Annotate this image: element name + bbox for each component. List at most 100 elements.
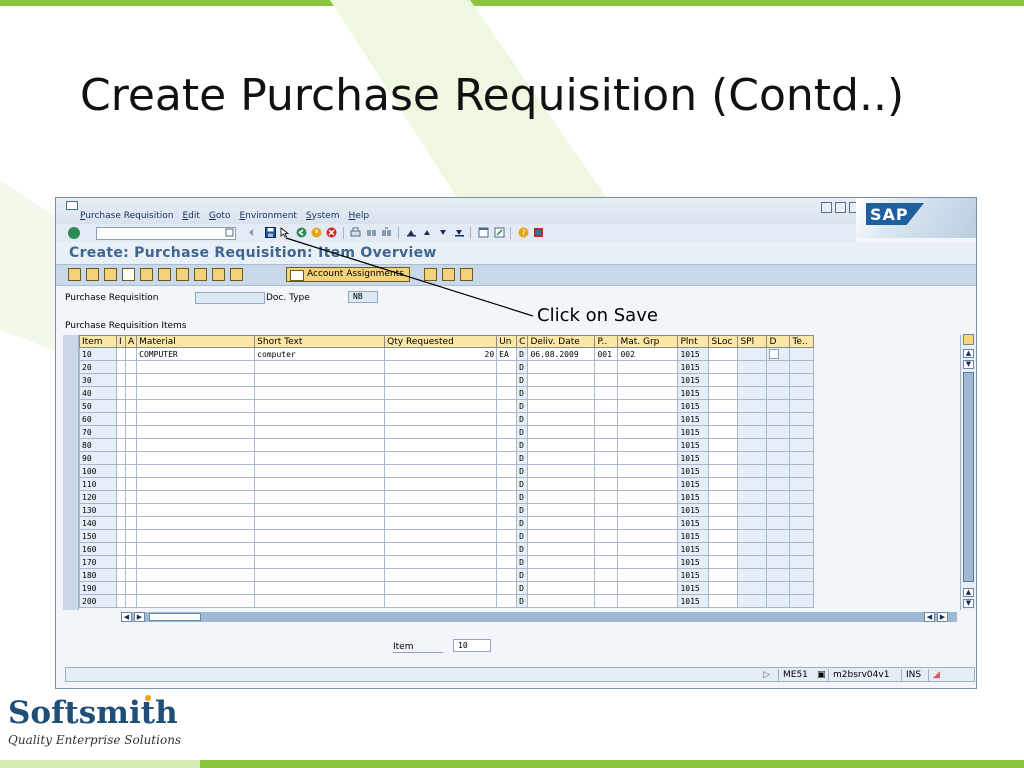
cell-mat-grp[interactable]: [617, 373, 679, 387]
cell-spl[interactable]: [737, 386, 768, 400]
cell-a[interactable]: [124, 347, 138, 361]
sum-icon[interactable]: [460, 268, 473, 281]
cell-spl[interactable]: [737, 503, 768, 517]
cell-unit[interactable]: [496, 477, 518, 491]
cell-p[interactable]: [594, 412, 619, 426]
cell-material[interactable]: [136, 555, 256, 569]
status-expand-icon[interactable]: ▷: [763, 670, 770, 680]
cell-sloc[interactable]: [708, 373, 739, 387]
cell-mat-grp[interactable]: [617, 503, 679, 517]
cell-sloc[interactable]: [708, 425, 739, 439]
cell-material[interactable]: COMPUTER: [136, 347, 256, 361]
cell-plant[interactable]: 1015: [677, 503, 710, 517]
cell-spl[interactable]: [737, 360, 768, 374]
cell-spl[interactable]: [737, 490, 768, 504]
cell-unit[interactable]: [496, 464, 518, 478]
cell-mat-grp[interactable]: [617, 438, 679, 452]
cell-d[interactable]: [766, 360, 791, 374]
purchase-requisition-field[interactable]: [195, 292, 265, 304]
table-row[interactable]: 80 D 1015: [79, 438, 815, 452]
cell-short-text[interactable]: [254, 360, 386, 374]
cell-sloc[interactable]: [708, 412, 739, 426]
cell-p[interactable]: [594, 503, 619, 517]
row-selector-column[interactable]: [63, 335, 79, 610]
cell-material[interactable]: [136, 542, 256, 556]
cell-plant[interactable]: 1015: [677, 347, 710, 361]
cell-qty[interactable]: [384, 373, 498, 387]
cell-spl[interactable]: [737, 529, 768, 543]
item-detail-icon[interactable]: [86, 268, 99, 281]
cell-sloc[interactable]: [708, 386, 739, 400]
find-next-icon[interactable]: [381, 227, 392, 238]
cell-d[interactable]: [766, 438, 791, 452]
copy-icon[interactable]: [158, 268, 171, 281]
cell-plant[interactable]: 1015: [677, 464, 710, 478]
horizontal-scrollbar[interactable]: ◀ ▶: [121, 612, 957, 622]
cell-a[interactable]: [124, 594, 138, 608]
cell-sloc[interactable]: [708, 464, 739, 478]
cell-p[interactable]: [594, 568, 619, 582]
cell-unit[interactable]: [496, 386, 518, 400]
cell-d[interactable]: [766, 503, 791, 517]
cell-p[interactable]: [594, 516, 619, 530]
cell-spl[interactable]: [737, 568, 768, 582]
cell-i[interactable]: [116, 451, 126, 465]
cell-p[interactable]: [594, 451, 619, 465]
cell-material[interactable]: [136, 490, 256, 504]
cell-qty[interactable]: [384, 412, 498, 426]
cell-i[interactable]: [116, 412, 126, 426]
cell-a[interactable]: [124, 529, 138, 543]
cell-a[interactable]: [124, 581, 138, 595]
cell-mat-grp[interactable]: 002: [617, 347, 679, 361]
cell-i[interactable]: [116, 347, 126, 361]
table-row[interactable]: 90 D 1015: [79, 451, 815, 465]
menu-goto[interactable]: Goto: [209, 211, 231, 221]
cell-i[interactable]: [116, 477, 126, 491]
cell-mat-grp[interactable]: [617, 360, 679, 374]
cell-te[interactable]: [789, 581, 815, 595]
vertical-scrollbar[interactable]: ▲ ▼ ▲ ▼: [960, 334, 976, 610]
cell-te[interactable]: [789, 555, 815, 569]
cell-spl[interactable]: [737, 412, 768, 426]
col-header-mat-grp[interactable]: Mat. Grp: [617, 335, 679, 348]
cell-qty[interactable]: [384, 555, 498, 569]
cell-deliv-date[interactable]: [527, 542, 596, 556]
cell-short-text[interactable]: [254, 503, 386, 517]
col-header-sloc[interactable]: SLoc: [708, 335, 739, 348]
cell-spl[interactable]: [737, 425, 768, 439]
cell-qty[interactable]: [384, 464, 498, 478]
table-row[interactable]: 150 D 1015: [79, 529, 815, 543]
cell-a[interactable]: [124, 373, 138, 387]
cell-mat-grp[interactable]: [617, 581, 679, 595]
scroll-right-end-icon[interactable]: ▶: [937, 612, 948, 622]
cell-i[interactable]: [116, 594, 126, 608]
cell-spl[interactable]: [737, 581, 768, 595]
cell-te[interactable]: [789, 412, 815, 426]
cell-te[interactable]: [789, 399, 815, 413]
cell-a[interactable]: [124, 386, 138, 400]
save-icon[interactable]: [265, 227, 276, 238]
scroll-page-up-icon[interactable]: ▲: [963, 588, 974, 597]
cell-d[interactable]: [766, 555, 791, 569]
layout-menu-icon[interactable]: [533, 227, 544, 238]
cell-te[interactable]: [789, 451, 815, 465]
cell-short-text[interactable]: [254, 464, 386, 478]
cell-d[interactable]: [766, 581, 791, 595]
cell-d[interactable]: [766, 490, 791, 504]
cell-qty[interactable]: [384, 360, 498, 374]
cell-p[interactable]: [594, 477, 619, 491]
table-row[interactable]: 60 D 1015: [79, 412, 815, 426]
cell-short-text[interactable]: [254, 399, 386, 413]
cell-plant[interactable]: 1015: [677, 594, 710, 608]
cell-p[interactable]: [594, 464, 619, 478]
table-row[interactable]: 140 D 1015: [79, 516, 815, 530]
sign-icon[interactable]: [212, 268, 225, 281]
cell-deliv-date[interactable]: [527, 425, 596, 439]
table-row[interactable]: 10 COMPUTER computer 20 EA D 06.08.2009 001 002 1…: [79, 347, 815, 361]
cell-unit[interactable]: EA: [496, 347, 518, 361]
cell-deliv-date[interactable]: [527, 386, 596, 400]
cell-a[interactable]: [124, 555, 138, 569]
cell-i[interactable]: [116, 438, 126, 452]
cell-plant[interactable]: 1015: [677, 360, 710, 374]
table-row[interactable]: 170 D 1015: [79, 555, 815, 569]
